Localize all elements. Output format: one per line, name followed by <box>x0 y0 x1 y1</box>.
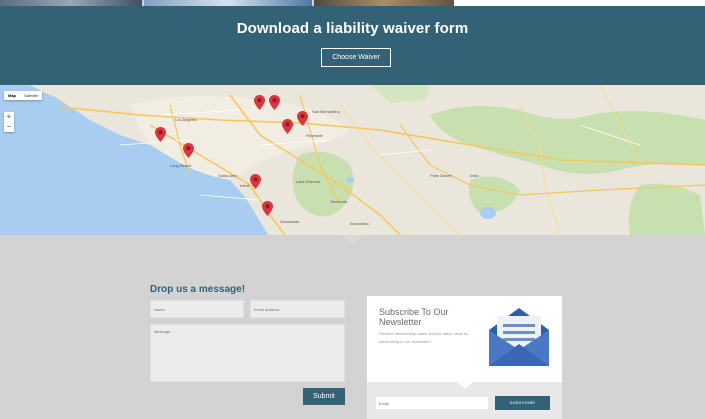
waiver-section: Download a liability waiver form Choose … <box>0 6 705 85</box>
map-place-label: Lake Elsinore <box>296 179 321 184</box>
map-pin-icon[interactable] <box>183 143 194 158</box>
map-place-label: San Bernardino <box>312 109 341 114</box>
map-place-label: Indio <box>470 173 479 178</box>
choose-waiver-button[interactable]: Choose Waiver <box>321 48 391 67</box>
map-pin-icon[interactable] <box>269 95 280 110</box>
zoom-in-button[interactable]: + <box>4 112 14 122</box>
name-field[interactable] <box>150 300 244 318</box>
zoom-control: + − <box>4 112 14 132</box>
newsletter-card: Subscribe To Our Newsletter Receive memb… <box>367 296 562 382</box>
map-pin-icon[interactable] <box>254 95 265 110</box>
newsletter-title: Subscribe To Our Newsletter <box>379 307 449 327</box>
map-canvas[interactable]: Los Angeles Long Beach Santa Ana Irvine … <box>0 85 705 235</box>
map-place-label: Santa Ana <box>218 173 237 178</box>
envelope-icon <box>489 308 549 366</box>
subscribe-button[interactable]: SUBSCRIBE <box>495 396 550 410</box>
map-pin-icon[interactable] <box>262 201 273 216</box>
map-place-label: Long Beach <box>170 163 191 168</box>
map-pin-icon[interactable] <box>282 119 293 134</box>
map-place-label: Temecula <box>330 199 348 204</box>
email-field[interactable] <box>250 300 345 318</box>
map-pin-icon[interactable] <box>297 111 308 126</box>
map-place-label: Escondido <box>350 221 369 226</box>
map-pin-icon[interactable] <box>250 174 261 189</box>
map-place-label: Palm Desert <box>430 173 453 178</box>
waiver-title: Download a liability waiver form <box>236 20 469 37</box>
submit-button[interactable]: Submit <box>303 388 345 405</box>
map-type-control: Map Satellite <box>4 91 43 100</box>
newsletter-email-field[interactable] <box>376 397 488 409</box>
message-field[interactable] <box>150 324 345 382</box>
contact-heading: Drop us a message! <box>150 284 246 295</box>
zoom-out-button[interactable]: − <box>4 122 14 132</box>
map-type-map[interactable]: Map <box>4 91 20 100</box>
map-type-satellite[interactable]: Satellite <box>20 91 42 100</box>
newsletter-card-pointer <box>457 382 473 389</box>
map-place-label: Los Angeles <box>175 117 197 122</box>
map-place-label: Riverside <box>306 133 323 138</box>
map-pointer-arrow <box>342 235 364 244</box>
map-pin-icon[interactable] <box>155 127 166 142</box>
newsletter-text: Receive membership deals and the latest … <box>379 331 469 344</box>
map-place-label: Irvine <box>240 183 251 188</box>
map-place-label: Oceanside <box>280 219 300 224</box>
location-map[interactable]: Los Angeles Long Beach Santa Ana Irvine … <box>0 85 705 235</box>
